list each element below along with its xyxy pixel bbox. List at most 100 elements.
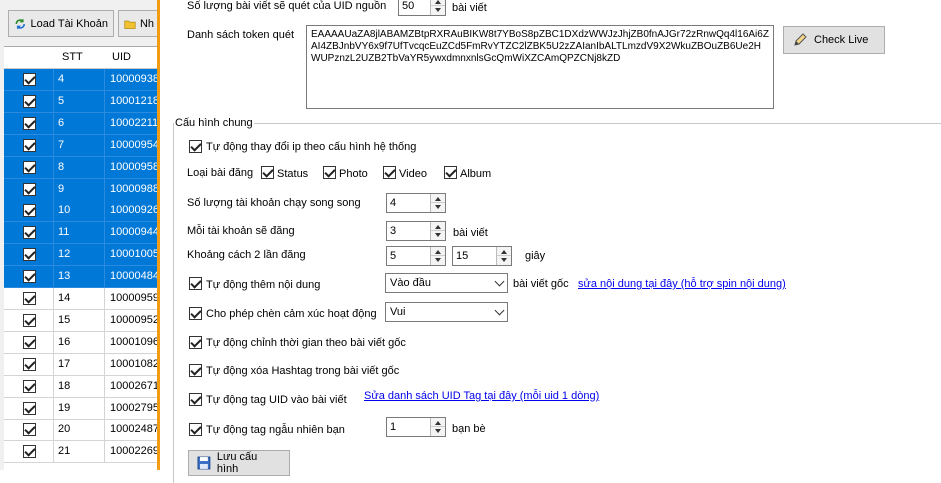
row-check-cell[interactable] [4,112,54,134]
stepper-arrows-icon[interactable] [430,194,445,212]
random-tag-stepper[interactable]: 1 [386,417,446,437]
stepper-arrows-icon[interactable] [496,247,511,265]
row-checkbox[interactable] [23,204,36,218]
row-check-cell[interactable] [4,156,54,178]
row-check-cell[interactable] [4,244,54,266]
folder-button[interactable]: Nh [118,10,160,37]
row-check-cell[interactable] [4,397,54,419]
stepper-arrows-icon[interactable] [430,0,445,15]
panel-divider [157,0,160,470]
table-row[interactable]: 21 100022694 [4,441,157,464]
add-content-label: Tự động thêm nội dung [206,279,321,291]
table-row[interactable]: 4 100009384 [4,69,157,91]
scan-count-stepper[interactable]: 50 [398,0,446,16]
emotion-checkbox[interactable] [189,307,202,320]
folder-button-label: Nh [139,17,154,30]
row-checkbox[interactable] [23,313,36,327]
row-uid: 100009442 [110,226,157,239]
table-row[interactable]: 8 100009581 [4,156,157,179]
concurrent-stepper[interactable]: 4 [386,193,446,213]
token-textarea[interactable]: EAAAAUaZA8jlABAMZBtpRXRAuBIKW8t7YBoS8pZB… [306,25,774,109]
post-type-album-checkbox[interactable] [444,166,457,179]
row-check-cell[interactable] [4,441,54,463]
row-check-cell[interactable] [4,309,54,331]
stepper-arrows-icon[interactable] [430,222,445,240]
stepper-arrows-icon[interactable] [430,418,445,436]
edit-uid-tag-link[interactable]: Sửa danh sách UID Tag tại đây (mỗi uid 1… [364,390,599,402]
row-checkbox[interactable] [23,357,36,371]
table-row[interactable]: 10 100009264 [4,200,157,223]
token-list-label: Danh sách token quét [187,29,295,41]
table-row[interactable]: 20 100024878 [4,419,157,442]
row-check-cell[interactable] [4,200,54,222]
auto-hashtag-checkbox[interactable] [189,364,202,377]
row-check-cell[interactable] [4,331,54,353]
row-checkbox[interactable] [23,292,36,305]
table-header: STT UID [4,47,157,69]
row-check-cell[interactable] [4,90,54,112]
row-check-cell[interactable] [4,69,54,90]
stepper-arrows-icon[interactable] [430,247,445,265]
auto-ip-checkbox[interactable] [189,140,202,153]
row-checkbox[interactable] [23,423,36,437]
row-checkbox[interactable] [23,445,36,459]
table-row[interactable]: 16 100010961 [4,331,157,354]
add-content-suffix: bài viết gốc [513,278,569,290]
row-check-cell[interactable] [4,178,54,200]
row-checkbox[interactable] [23,270,36,284]
row-check-cell[interactable] [4,266,54,288]
per-account-stepper[interactable]: 3 [386,221,446,241]
row-checkbox[interactable] [23,94,36,108]
row-uid: 100009544 [110,138,157,151]
row-checkbox[interactable] [23,160,36,174]
edit-content-link[interactable]: sửa nội dung tại đây (hỗ trợ spin nội du… [578,278,786,290]
random-tag-checkbox[interactable] [189,423,202,436]
row-check-cell[interactable] [4,353,54,375]
row-checkbox[interactable] [23,248,36,262]
gap-to-stepper[interactable]: 15 [452,246,512,266]
table-row[interactable]: 12 100010052 [4,244,157,267]
table-row[interactable]: 18 100026712 [4,375,157,398]
scan-count-value: 50 [402,0,415,12]
add-content-select[interactable]: Vào đầu [385,273,508,293]
table-row[interactable]: 17 100010826 [4,353,157,376]
row-check-cell[interactable] [4,375,54,397]
row-check-cell[interactable] [4,288,54,309]
row-checkbox[interactable] [23,116,36,130]
random-tag-value: 1 [390,421,397,433]
row-checkbox[interactable] [23,335,36,349]
check-live-button[interactable]: Check Live [783,26,885,54]
table-row[interactable]: 11 100009442 [4,222,157,245]
row-checkbox[interactable] [23,226,36,240]
table-row[interactable]: 7 100009544 [4,134,157,157]
add-content-checkbox[interactable] [189,277,202,290]
row-checkbox[interactable] [23,73,36,86]
row-uid: 100010052 [110,248,157,261]
post-type-status-checkbox[interactable] [261,166,274,179]
save-config-button[interactable]: Lưu cấu hình [188,450,290,476]
row-checkbox[interactable] [23,138,36,152]
row-checkbox[interactable] [23,401,36,415]
auto-time-checkbox[interactable] [189,336,202,349]
table-row[interactable]: 19 100027956 [4,397,157,420]
row-check-cell[interactable] [4,419,54,441]
accounts-table[interactable]: STT UID 41000093845100012186610002211971… [4,46,157,470]
row-stt: 12 [55,244,105,266]
table-row[interactable]: 14 100009595 [4,288,157,310]
gap-from-stepper[interactable]: 5 [386,246,446,266]
table-row[interactable]: 13 100004846 [4,266,157,289]
row-uid: 100004846 [110,270,157,283]
post-type-video-checkbox[interactable] [383,166,396,179]
load-accounts-button[interactable]: Load Tài Khoản [8,10,114,37]
post-type-photo-checkbox[interactable] [323,166,336,179]
table-row[interactable]: 9 100009883 [4,178,157,201]
auto-tag-uid-checkbox[interactable] [189,393,202,406]
row-checkbox[interactable] [23,182,36,196]
table-row[interactable]: 15 100009524 [4,309,157,332]
row-check-cell[interactable] [4,222,54,244]
row-checkbox[interactable] [23,379,36,393]
emotion-select[interactable]: Vui [385,302,508,322]
table-row[interactable]: 5 100012186 [4,90,157,113]
row-check-cell[interactable] [4,134,54,156]
table-row[interactable]: 6 100022119 [4,112,157,135]
